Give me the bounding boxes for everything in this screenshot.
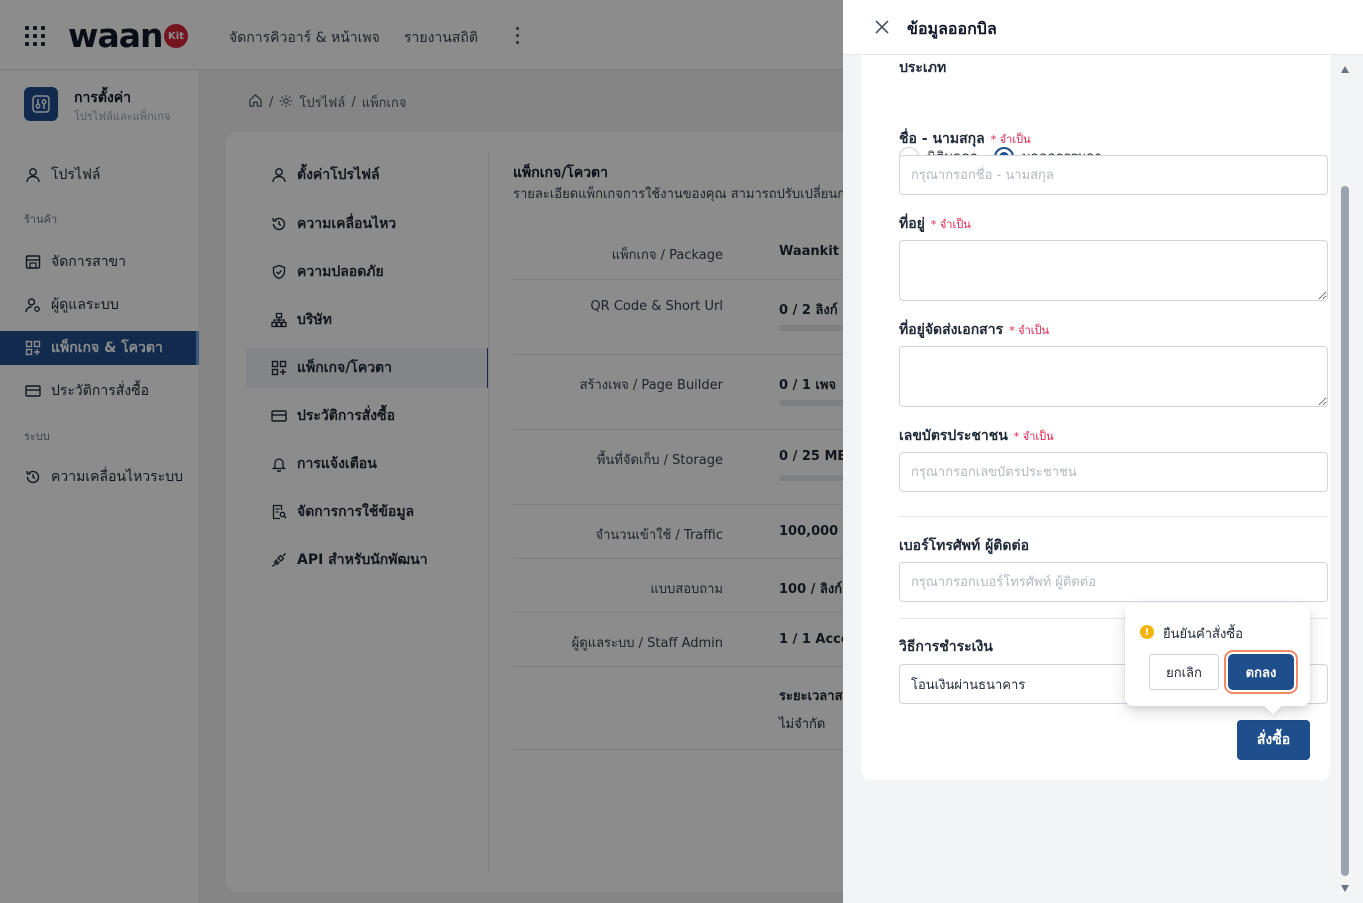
address-label-text: ที่อยู่ xyxy=(899,216,925,232)
idcard-input[interactable] xyxy=(899,452,1328,492)
phone-label: เบอร์โทรศัพท์ ผู้ติดต่อ xyxy=(899,538,1029,554)
address-label: ที่อยู่ * จำเป็น xyxy=(899,213,971,235)
address-textarea[interactable] xyxy=(899,240,1328,301)
cancel-button[interactable]: ยกเลิก xyxy=(1149,654,1219,690)
shipping-label-text: ที่อยู่จัดส่งเอกสาร xyxy=(899,322,1004,338)
order-button[interactable]: สั่งซื้อ xyxy=(1237,720,1310,760)
drawer-header: ข้อมูลออกบิล xyxy=(843,0,1363,55)
idcard-label: เลขบัตรประชาชน * จำเป็น xyxy=(899,425,1054,447)
payment-label: วิธีการชำระเงิน xyxy=(899,639,993,655)
shipping-label: ที่อยู่จัดส่งเอกสาร * จำเป็น xyxy=(899,319,1049,341)
close-icon[interactable] xyxy=(873,18,891,36)
scroll-thumb[interactable] xyxy=(1341,186,1349,876)
warning-icon: ! xyxy=(1140,625,1154,639)
idcard-label-text: เลขบัตรประชาชน xyxy=(899,428,1008,444)
phone-input[interactable] xyxy=(899,562,1328,602)
required-mark: * จำเป็น xyxy=(1009,324,1050,337)
required-mark: * จำเป็น xyxy=(990,133,1031,146)
drawer-title: ข้อมูลออกบิล xyxy=(907,19,997,38)
name-input[interactable] xyxy=(899,155,1328,195)
name-label-text: ชื่อ - นามสกุล xyxy=(899,131,985,147)
payment-select-value: โอนเงินผ่านธนาคาร xyxy=(911,677,1026,693)
type-label: ประเภท xyxy=(899,60,947,76)
drawer-scrollbar[interactable] xyxy=(1340,66,1350,892)
billing-drawer: ข้อมูลออกบิล ประเภท นิติบุคคล บุคคลธรรมด… xyxy=(843,0,1363,903)
confirm-popover: ! ยืนยันคำสั่งซื้อ ยกเลิก ตกลง xyxy=(1125,604,1310,706)
scroll-down-icon[interactable] xyxy=(1341,885,1349,892)
scroll-up-icon[interactable] xyxy=(1341,66,1349,73)
modal-backdrop[interactable] xyxy=(0,0,843,903)
required-mark: * จำเป็น xyxy=(930,218,971,231)
required-mark: * จำเป็น xyxy=(1013,430,1054,443)
ok-button[interactable]: ตกลง xyxy=(1228,654,1294,690)
shipping-address-textarea[interactable] xyxy=(899,346,1328,407)
name-label: ชื่อ - นามสกุล * จำเป็น xyxy=(899,128,1031,150)
form-divider xyxy=(899,516,1328,517)
confirm-text: ยืนยันคำสั่งซื้อ xyxy=(1163,627,1243,642)
